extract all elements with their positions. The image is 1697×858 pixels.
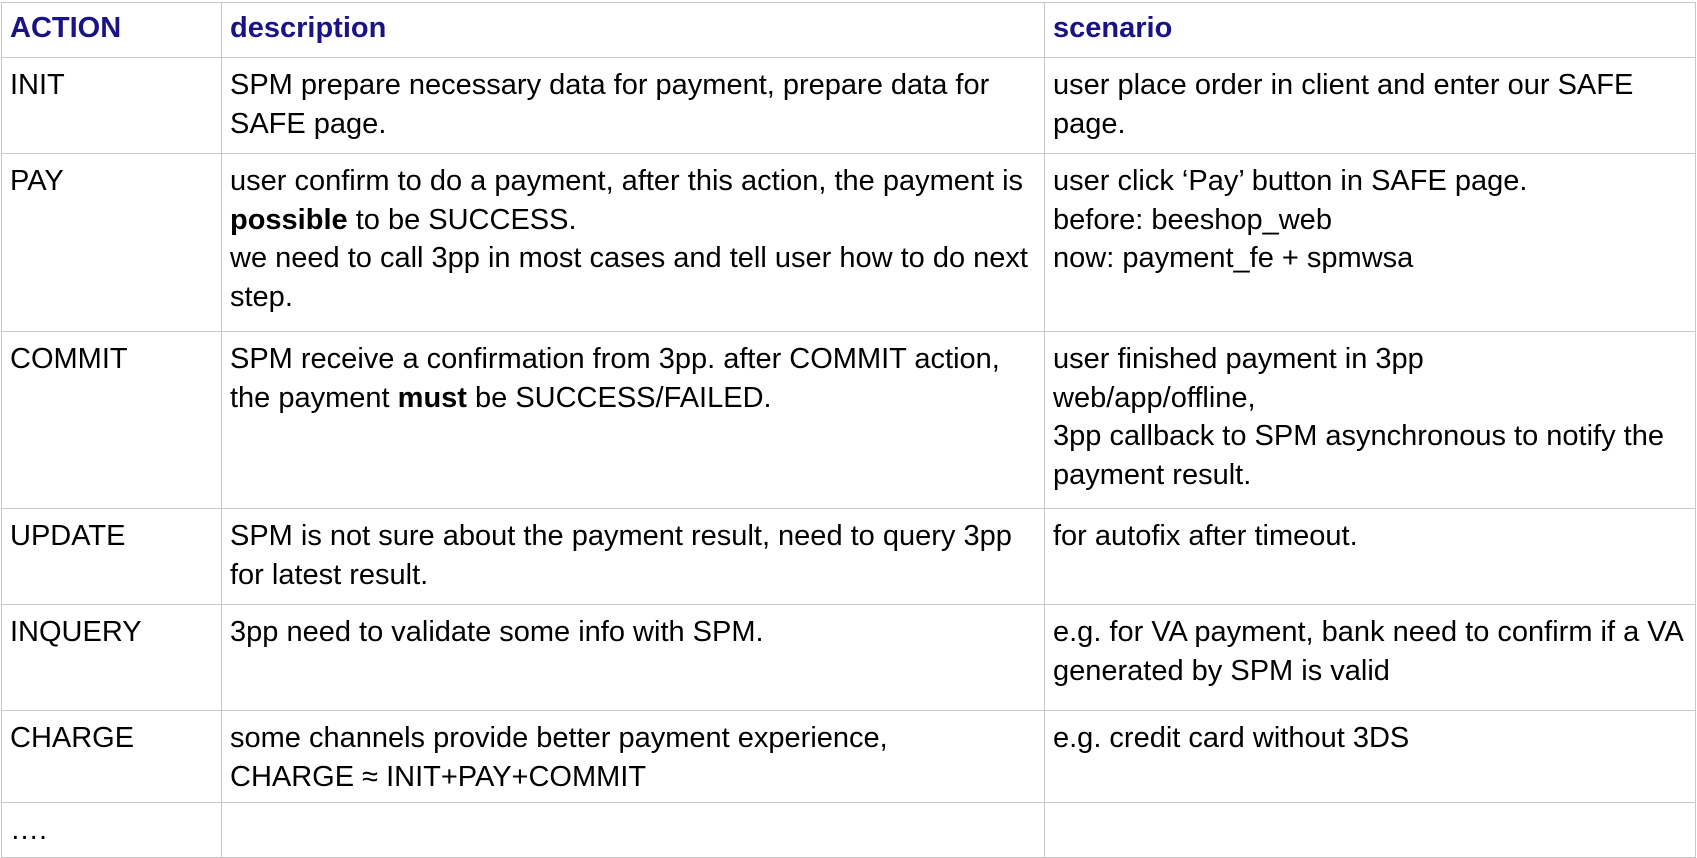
actions-table: ACTION description scenario INIT SPM pre…	[1, 2, 1696, 858]
action-cell: ….	[1, 802, 222, 858]
description-cell: some channels provide better payment exp…	[221, 710, 1045, 803]
description-text: we need to call 3pp in most cases and te…	[230, 242, 1028, 313]
table-row: PAY user confirm to do a payment, after …	[1, 153, 1696, 332]
description-text: user confirm to do a payment, after this…	[230, 165, 1024, 236]
description-text: 3pp need to validate some info with SPM.	[230, 616, 764, 648]
scenario-text: e.g. credit card without 3DS	[1053, 722, 1410, 754]
scenario-text: user finished payment in 3pp web/app/off…	[1053, 343, 1424, 414]
scenario-text: user place order in client and enter our…	[1053, 69, 1634, 140]
description-text: some channels provide better payment exp…	[230, 722, 888, 754]
description-text: SPM prepare necessary data for payment, …	[230, 69, 990, 140]
scenario-cell: user click ‘Pay’ button in SAFE page. be…	[1044, 153, 1696, 332]
table-row: INIT SPM prepare necessary data for paym…	[1, 57, 1696, 154]
description-text: SPM receive a confirmation from 3pp. aft…	[230, 343, 1000, 414]
scenario-text: now: payment_fe + spmwsa	[1053, 242, 1414, 274]
header-row: ACTION description scenario	[1, 2, 1696, 58]
scenario-text: user click ‘Pay’ button in SAFE page.	[1053, 165, 1528, 197]
description-cell: SPM is not sure about the payment result…	[221, 508, 1045, 605]
description-cell	[221, 802, 1045, 858]
header-description: description	[221, 2, 1045, 58]
table-row: CHARGE some channels provide better paym…	[1, 710, 1696, 803]
action-cell: CHARGE	[1, 710, 222, 803]
scenario-cell: e.g. for VA payment, bank need to confir…	[1044, 604, 1696, 711]
scenario-text: 3pp callback to SPM asynchronous to noti…	[1053, 420, 1664, 491]
table-row: COMMIT SPM receive a confirmation from 3…	[1, 331, 1696, 509]
scenario-text: before: beeshop_web	[1053, 203, 1332, 236]
table-row: INQUERY 3pp need to validate some info w…	[1, 604, 1696, 711]
action-cell: INIT	[1, 57, 222, 154]
action-cell: UPDATE	[1, 508, 222, 605]
description-cell: SPM prepare necessary data for payment, …	[221, 57, 1045, 154]
scenario-text: e.g. for VA payment, bank need to confir…	[1053, 616, 1683, 687]
action-cell: COMMIT	[1, 331, 222, 509]
description-cell: user confirm to do a payment, after this…	[221, 153, 1045, 332]
description-text: CHARGE ≈ INIT+PAY+COMMIT	[230, 760, 647, 793]
table-row: ….	[1, 802, 1696, 858]
description-cell: 3pp need to validate some info with SPM.	[221, 604, 1045, 711]
scenario-cell: user place order in client and enter our…	[1044, 57, 1696, 154]
emphasis-text: must	[397, 381, 467, 414]
header-scenario: scenario	[1044, 2, 1696, 58]
scenario-cell: user finished payment in 3pp web/app/off…	[1044, 331, 1696, 509]
scenario-cell: e.g. credit card without 3DS	[1044, 710, 1696, 803]
description-text: SPM is not sure about the payment result…	[230, 520, 1012, 591]
action-cell: PAY	[1, 153, 222, 332]
scenario-text: for autofix after timeout.	[1053, 520, 1358, 552]
scenario-cell	[1044, 802, 1696, 858]
action-cell: INQUERY	[1, 604, 222, 711]
table-row: UPDATE SPM is not sure about the payment…	[1, 508, 1696, 605]
scenario-cell: for autofix after timeout.	[1044, 508, 1696, 605]
header-action: ACTION	[1, 2, 222, 58]
description-cell: SPM receive a confirmation from 3pp. aft…	[221, 331, 1045, 509]
emphasis-text: possible	[230, 203, 348, 236]
